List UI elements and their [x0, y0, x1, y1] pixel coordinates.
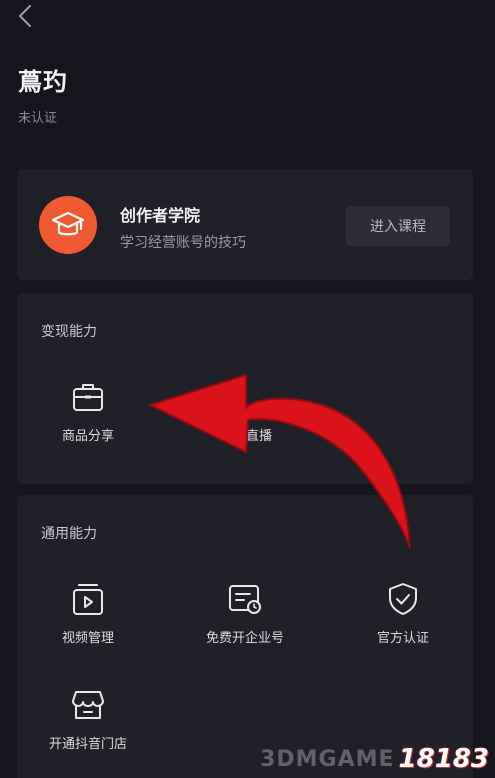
verification-status: 未认证 — [18, 111, 58, 126]
store-icon — [70, 687, 106, 723]
open-store-label: 开通抖音门店 — [48, 737, 127, 752]
product-share-item[interactable]: 商品分享 — [18, 379, 158, 444]
graduation-cap-icon — [39, 196, 97, 254]
enterprise-card-icon — [227, 581, 263, 617]
video-management-item[interactable]: 视频管理 — [18, 581, 158, 646]
live-item[interactable]: 直播 — [189, 379, 329, 444]
video-folder-icon — [70, 581, 106, 617]
back-button[interactable] — [14, 4, 38, 28]
briefcase-icon — [70, 379, 106, 415]
live-icon — [241, 379, 277, 415]
product-share-label: 商品分享 — [61, 429, 114, 444]
chevron-left-icon — [18, 4, 32, 28]
open-store-item[interactable]: 开通抖音门店 — [18, 687, 158, 752]
shield-check-icon — [385, 581, 421, 617]
live-label: 直播 — [245, 429, 272, 444]
enterprise-account-label: 免费开企业号 — [205, 631, 284, 646]
enter-course-button[interactable]: 进入课程 — [346, 206, 450, 246]
general-abilities-card: 通用能力 视频管理 免费开企业号 官方认证 开通抖音门店 — [17, 495, 473, 778]
page-title: 蔦玓 — [18, 68, 68, 96]
creator-academy-card[interactable]: 创作者学院 学习经营账号的技巧 进入课程 — [17, 169, 473, 280]
official-verification-label: 官方认证 — [376, 631, 429, 646]
official-verification-item[interactable]: 官方认证 — [333, 581, 473, 646]
academy-title: 创作者学院 — [120, 206, 201, 225]
academy-description: 学习经营账号的技巧 — [120, 235, 246, 251]
monetization-section-title: 变现能力 — [41, 324, 97, 340]
video-management-label: 视频管理 — [61, 631, 114, 646]
general-section-title: 通用能力 — [41, 526, 97, 542]
enterprise-account-item[interactable]: 免费开企业号 — [175, 581, 315, 646]
monetization-card: 变现能力 商品分享 直播 — [17, 293, 473, 484]
